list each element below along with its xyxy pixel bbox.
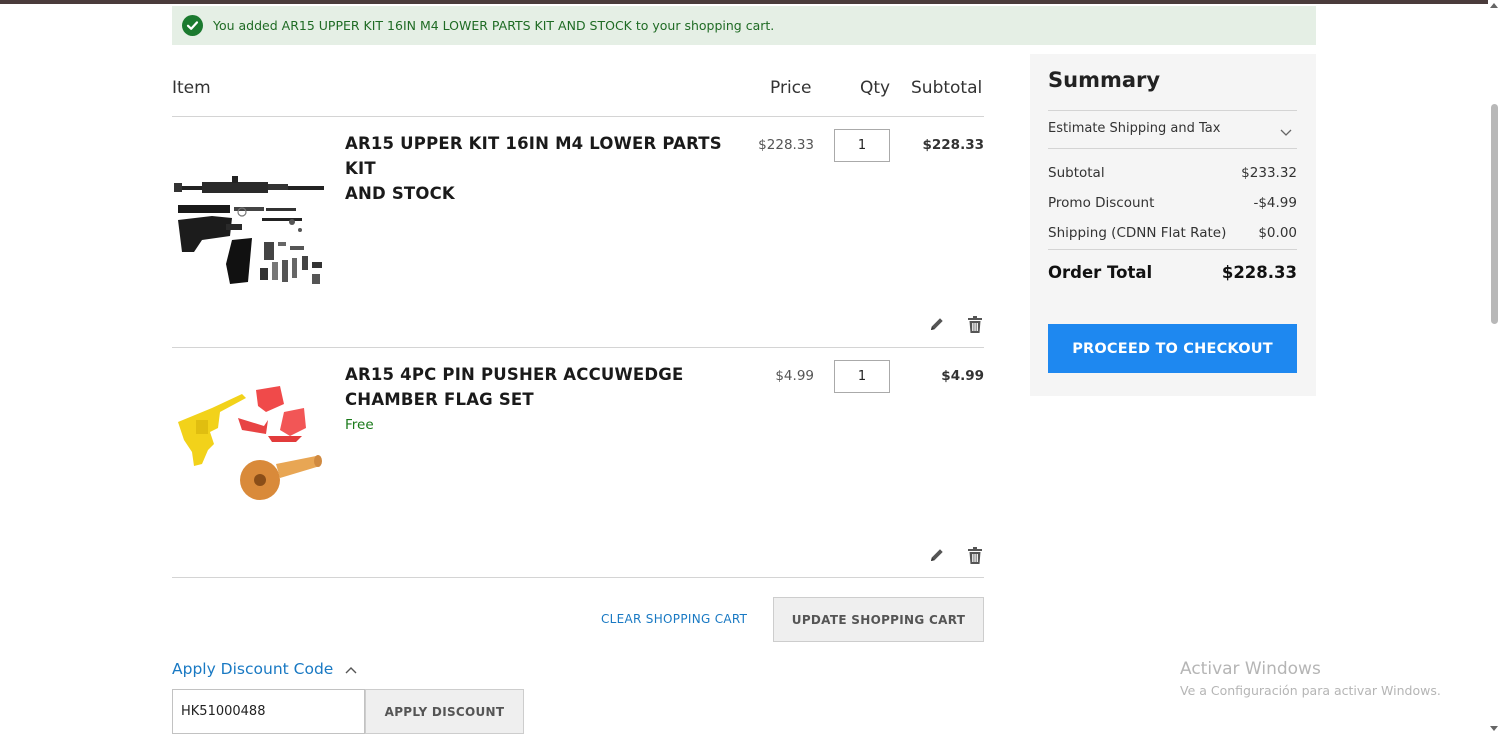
column-header-qty: Qty [860, 78, 891, 98]
proceed-to-checkout-button[interactable]: PROCEED TO CHECKOUT [1048, 324, 1297, 373]
summary-subtotal-row: Subtotal $233.32 [1048, 165, 1297, 181]
check-circle-icon [182, 15, 203, 36]
summary-subtotal-label: Subtotal [1048, 165, 1105, 181]
apply-discount-label[interactable]: Apply Discount Code [172, 660, 333, 678]
divider [1048, 148, 1297, 149]
order-summary: Summary Estimate Shipping and Tax Subtot… [1030, 54, 1316, 396]
summary-shipping-row: Shipping (CDNN Flat Rate) $0.00 [1048, 225, 1297, 241]
product-image-pin-pusher[interactable] [172, 380, 328, 520]
divider [172, 347, 984, 348]
windows-activation-subtitle: Ve a Configuración para activar Windows. [1180, 683, 1441, 698]
summary-promo-row: Promo Discount -$4.99 [1048, 195, 1297, 211]
top-border [0, 0, 1500, 4]
chevron-up-icon[interactable] [345, 660, 357, 678]
windows-activation-title: Activar Windows [1180, 659, 1321, 679]
trash-icon[interactable] [966, 315, 984, 333]
item-price: $228.33 [758, 137, 814, 153]
trash-icon[interactable] [966, 546, 984, 564]
product-name-pin-pusher[interactable]: AR15 4PC PIN PUSHER ACCUWEDGE CHAMBER FL… [345, 362, 745, 412]
product-image-upper-kit[interactable] [172, 150, 328, 290]
estimate-shipping-toggle[interactable]: Estimate Shipping and Tax [1048, 121, 1220, 136]
order-total-value: $228.33 [1221, 263, 1297, 282]
scroll-down-arrow-icon[interactable] [1490, 726, 1498, 731]
item-subtotal: $4.99 [941, 368, 984, 384]
summary-shipping-label: Shipping (CDNN Flat Rate) [1048, 225, 1227, 241]
clear-shopping-cart-link[interactable]: CLEAR SHOPPING CART [601, 612, 747, 626]
quantity-input[interactable]: 1 [834, 129, 890, 162]
divider [1048, 110, 1297, 111]
product-name-line[interactable]: AR15 4PC PIN PUSHER ACCUWEDGE [345, 362, 745, 387]
quantity-input[interactable]: 1 [834, 360, 890, 393]
apply-discount-button[interactable]: APPLY DISCOUNT [365, 689, 524, 734]
update-shopping-cart-button[interactable]: UPDATE SHOPPING CART [773, 597, 984, 642]
scroll-up-arrow-icon[interactable] [1490, 3, 1498, 8]
summary-subtotal-value: $233.32 [1241, 165, 1297, 181]
summary-title: Summary [1048, 68, 1161, 92]
summary-shipping-value: $0.00 [1258, 225, 1297, 241]
divider [172, 577, 984, 578]
apply-discount-toggle[interactable]: Apply Discount Code [172, 660, 357, 678]
column-header-subtotal: Subtotal [911, 78, 983, 98]
column-header-item: Item [172, 78, 211, 98]
order-total-row: Order Total $228.33 [1048, 263, 1297, 282]
product-name-line[interactable]: AR15 UPPER KIT 16IN M4 LOWER PARTS KIT [345, 131, 745, 181]
edit-pencil-icon[interactable] [928, 546, 946, 564]
order-total-label: Order Total [1048, 263, 1153, 282]
divider [172, 116, 984, 117]
product-name-line[interactable]: CHAMBER FLAG SET [345, 387, 745, 412]
chevron-down-icon[interactable] [1280, 122, 1292, 141]
free-label: Free [345, 417, 374, 433]
summary-promo-value: -$4.99 [1253, 195, 1297, 211]
success-message-text: You added AR15 UPPER KIT 16IN M4 LOWER P… [213, 18, 775, 33]
item-subtotal: $228.33 [922, 137, 985, 153]
edit-pencil-icon[interactable] [928, 315, 946, 333]
item-price: $4.99 [775, 368, 814, 384]
success-message: You added AR15 UPPER KIT 16IN M4 LOWER P… [172, 6, 1316, 45]
product-name-upper-kit[interactable]: AR15 UPPER KIT 16IN M4 LOWER PARTS KIT A… [345, 131, 745, 206]
column-header-price: Price [770, 78, 812, 98]
scrollbar-thumb[interactable] [1491, 104, 1498, 324]
summary-promo-label: Promo Discount [1048, 195, 1155, 211]
divider [1048, 249, 1297, 250]
product-name-line[interactable]: AND STOCK [345, 181, 745, 206]
discount-code-input[interactable]: HK51000488 [172, 689, 365, 734]
